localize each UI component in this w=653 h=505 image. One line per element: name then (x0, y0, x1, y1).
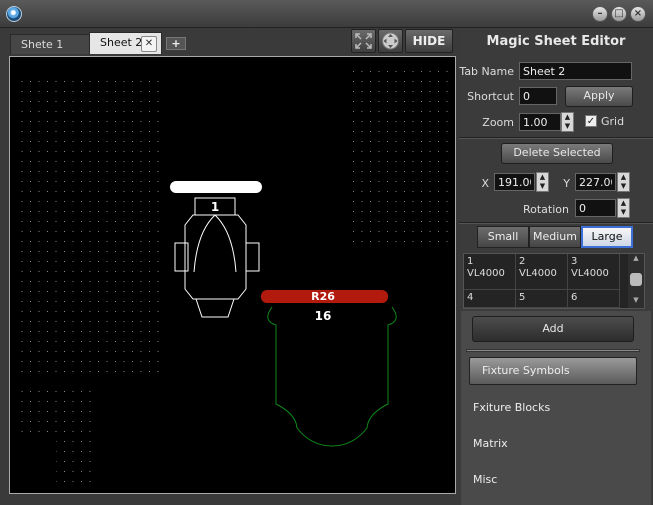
grid-dots (350, 117, 450, 243)
scroll-down-icon[interactable]: ▼ (628, 296, 644, 304)
category-fixture-blocks[interactable]: Fxiture Blocks (461, 395, 637, 423)
fixture-grid: 1 VL4000 2 VL4000 3 VL4000 4 5 6 ▲ ▼ (463, 253, 645, 309)
pan-button[interactable] (378, 29, 403, 53)
canvas-drawing: 1 R26 16 (16, 63, 450, 493)
tab-sheet-1[interactable]: Shete 1 (10, 34, 90, 54)
close-tab-icon[interactable]: ✕ (141, 36, 157, 52)
delete-selected-button[interactable]: Delete Selected (501, 143, 613, 164)
category-misc[interactable]: Misc (461, 467, 637, 495)
fixture-type: VL4000 (519, 268, 557, 279)
fixture-cell[interactable]: 6 (568, 290, 620, 308)
fixture-type: VL4000 (467, 268, 505, 279)
fixture-cell[interactable]: 2 VL4000 (516, 254, 568, 290)
divider (459, 137, 653, 139)
zoom-label: Zoom (482, 116, 514, 129)
hide-button[interactable]: HIDE (405, 29, 453, 53)
size-large-button[interactable]: Large (581, 226, 633, 248)
rotation-stepper[interactable]: ▲ ▼ (617, 198, 630, 218)
fixture-number: 1 (467, 256, 474, 267)
apply-button[interactable]: Apply (565, 86, 633, 107)
window-titlebar: – □ × (0, 0, 653, 28)
y-stepper[interactable]: ▲ ▼ (617, 172, 630, 192)
fixture-1-selection-bar (170, 181, 262, 193)
x-field[interactable] (494, 173, 535, 191)
y-label: Y (563, 177, 570, 190)
rotation-field[interactable] (575, 199, 616, 217)
library-section: Add Fixture Symbols Fxiture Blocks Matri… (461, 311, 651, 505)
category-fixture-symbols[interactable]: Fixture Symbols (469, 357, 637, 385)
move-icon (382, 32, 399, 50)
fixture-cell[interactable]: 1 VL4000 (464, 254, 516, 290)
y-field[interactable] (575, 173, 616, 191)
add-button[interactable]: Add (472, 316, 634, 342)
fixture-16-gel-label: R26 (311, 290, 335, 303)
magic-sheet-canvas[interactable]: 1 R26 16 (9, 56, 456, 494)
fixture-16-number: 16 (315, 309, 332, 323)
scroll-thumb[interactable] (630, 273, 642, 286)
shortcut-field[interactable] (519, 87, 557, 105)
x-stepper[interactable]: ▲ ▼ (536, 172, 549, 192)
splitter[interactable] (466, 349, 640, 352)
add-tab-button[interactable]: + (166, 37, 186, 50)
category-matrix[interactable]: Matrix (461, 431, 637, 459)
fixture-number: 2 (519, 256, 526, 267)
fixture-number: 3 (571, 256, 578, 267)
tab-name-label: Tab Name (459, 65, 514, 78)
close-icon[interactable]: × (630, 6, 646, 22)
fixture-number: 6 (571, 292, 578, 303)
fixture-cell[interactable]: 5 (516, 290, 568, 308)
minimize-icon[interactable]: – (592, 6, 608, 22)
tab-label: Sheet 2 (100, 36, 143, 49)
fixture-cell[interactable]: 3 VL4000 (568, 254, 620, 290)
fixture-type: VL4000 (571, 268, 609, 279)
zoom-field[interactable] (519, 113, 561, 131)
divider (459, 222, 653, 224)
zoom-stepper[interactable]: ▲ ▼ (561, 112, 574, 132)
fixture-1-number: 1 (211, 200, 219, 214)
fixture-number: 5 (519, 292, 526, 303)
shortcut-label: Shortcut (467, 90, 514, 103)
fixture-number: 4 (467, 292, 474, 303)
size-small-button[interactable]: Small (477, 226, 529, 248)
app-icon (6, 6, 22, 22)
rotation-label: Rotation (522, 203, 569, 216)
grid-checkbox[interactable]: ✓ (585, 115, 597, 127)
grid-label: Grid (601, 115, 625, 128)
x-label: X (481, 177, 489, 190)
tab-sheet-2[interactable]: Sheet 2 ✕ (89, 32, 162, 54)
magic-sheet-editor-panel: Magic Sheet Editor Tab Name Shortcut App… (459, 28, 653, 505)
maximize-icon[interactable]: □ (611, 6, 627, 22)
tab-name-field[interactable] (519, 62, 632, 80)
size-medium-button[interactable]: Medium (529, 226, 581, 248)
fixture-cell[interactable]: 4 (464, 290, 516, 308)
fullscreen-button[interactable] (351, 29, 376, 53)
tab-label: Shete 1 (21, 38, 64, 51)
expand-icon (355, 33, 372, 49)
scroll-up-icon[interactable]: ▲ (628, 254, 644, 262)
fixture-grid-scrollbar[interactable]: ▲ ▼ (628, 254, 644, 308)
panel-title: Magic Sheet Editor (486, 34, 626, 49)
